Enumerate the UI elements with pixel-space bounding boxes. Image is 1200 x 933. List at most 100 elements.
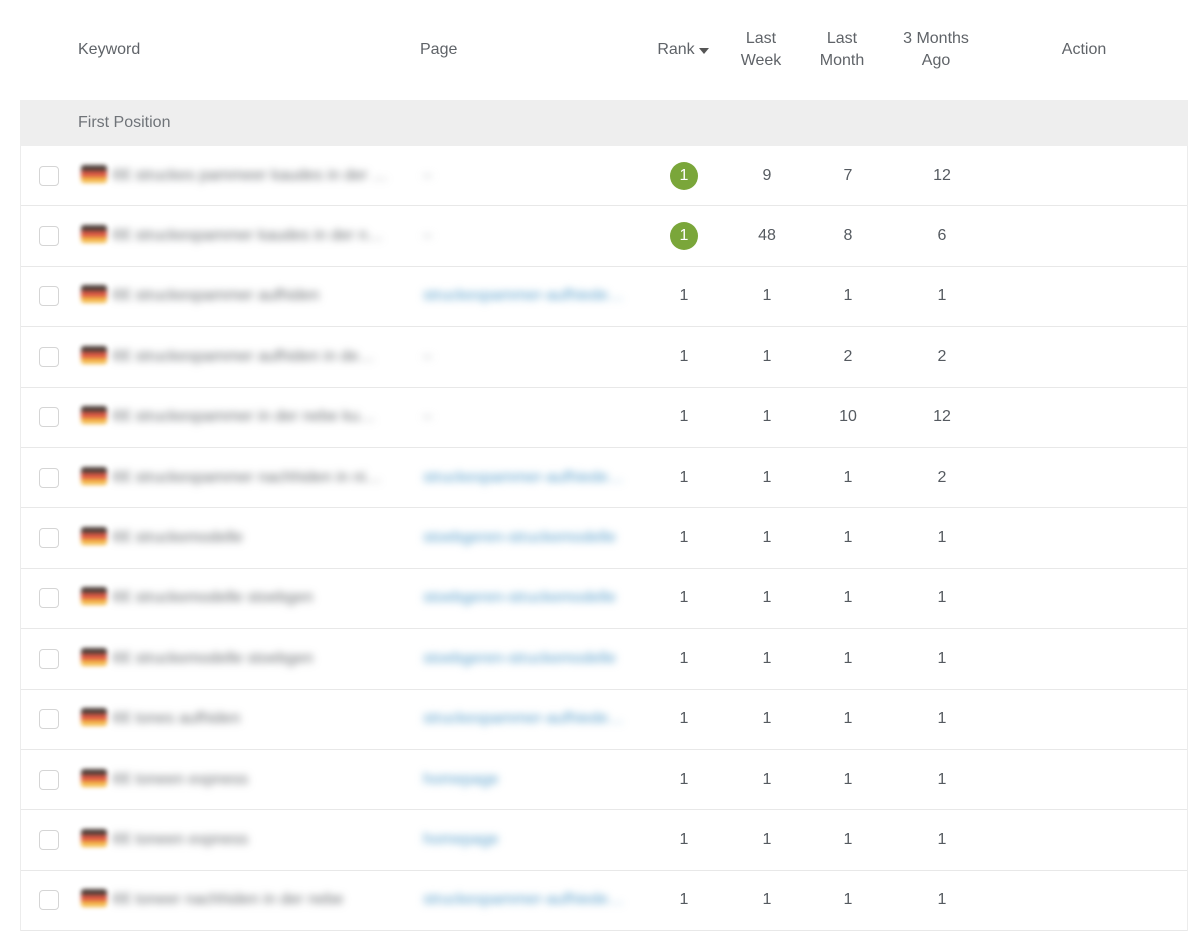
- page-link[interactable]: stoebgeren-struckemodelle: [423, 589, 616, 607]
- row-checkbox[interactable]: [39, 769, 59, 790]
- rank-badge: 1: [670, 161, 698, 190]
- page-link[interactable]: homepage: [423, 831, 499, 849]
- rank-value: 1: [654, 222, 714, 251]
- rank-value: 1: [654, 469, 714, 487]
- row-checkbox[interactable]: [39, 407, 59, 428]
- table-row[interactable]: €€ struckes pammeer kaudes in der … – 1 …: [21, 146, 1187, 207]
- three-months-ago-value: 1: [937, 710, 947, 728]
- three-months-ago-value: 1: [937, 589, 947, 607]
- rank-text: 1: [679, 408, 689, 426]
- last-week-value: 1: [762, 347, 772, 365]
- column-header-3-months-line2: Ago: [921, 52, 951, 69]
- row-checkbox[interactable]: [39, 467, 59, 488]
- rank-text: 1: [679, 830, 689, 848]
- column-header-page[interactable]: Page: [420, 0, 457, 100]
- column-header-last-week-line2: Week: [740, 52, 782, 69]
- keyword-text: €€ struckespammer kaudes in der n…: [113, 227, 384, 245]
- country-flag-icon: [81, 527, 107, 546]
- column-header-rank[interactable]: Rank: [648, 0, 718, 100]
- page-link: –: [423, 408, 432, 426]
- table-row[interactable]: €€ tones aufhiden struckespammer-aufhied…: [21, 690, 1187, 750]
- last-month-value: 7: [843, 166, 853, 184]
- table-row[interactable]: €€ struckemodelle stoebgen stoebgeren-st…: [21, 629, 1187, 690]
- table-row[interactable]: €€ toneer nachhiden in der nebe struckes…: [21, 871, 1187, 932]
- last-month-value: 8: [843, 227, 853, 245]
- page-link[interactable]: homepage: [423, 771, 499, 789]
- three-months-ago-value: 2: [937, 347, 947, 365]
- rank-text: 1: [679, 468, 689, 486]
- last-month-value: 1: [843, 830, 853, 848]
- rank-value: 1: [654, 891, 714, 909]
- row-checkbox[interactable]: [39, 165, 59, 186]
- row-checkbox[interactable]: [39, 648, 59, 669]
- last-month-value: 1: [843, 287, 853, 305]
- row-checkbox[interactable]: [39, 528, 59, 549]
- keyword-text: €€ toneen expness: [113, 830, 249, 848]
- rank-text: 1: [679, 891, 689, 909]
- rank-value: 1: [654, 771, 714, 789]
- three-months-ago-value: 1: [937, 529, 947, 547]
- table-row[interactable]: €€ struckespammer kaudes in der n… – 1 4…: [21, 206, 1187, 267]
- group-header-first-position: First Position: [20, 100, 1188, 146]
- column-header-last-week[interactable]: Last Week: [726, 0, 796, 100]
- rank-text: 1: [679, 770, 689, 788]
- rank-value: 1: [654, 529, 714, 547]
- rank-value: 1: [654, 589, 714, 607]
- table-row[interactable]: €€ toneen expness homepage 1 1 1 1: [21, 810, 1187, 871]
- country-flag-icon: [81, 647, 107, 666]
- table-header: Keyword Page Rank Last Week Last Month 3…: [20, 0, 1188, 100]
- table-row[interactable]: €€ struckemodelle stoebgeren-struckemode…: [21, 508, 1187, 569]
- row-checkbox[interactable]: [39, 890, 59, 911]
- rank-text: 1: [679, 347, 689, 365]
- last-month-value: 1: [843, 529, 853, 547]
- table-row[interactable]: €€ struckespammer aufhiden struckespamme…: [21, 267, 1187, 328]
- country-flag-icon: [81, 708, 107, 727]
- table-row[interactable]: €€ toneen expness homepage 1 1 1 1: [21, 750, 1187, 811]
- last-month-value: 1: [843, 710, 853, 728]
- last-month-value: 1: [843, 770, 853, 788]
- last-month-value: 1: [843, 468, 853, 486]
- page-link[interactable]: struckespammer-aufhiede…: [423, 710, 624, 728]
- table-row[interactable]: €€ struckemodelle stoebgen stoebgeren-st…: [21, 569, 1187, 630]
- last-week-value: 1: [762, 529, 772, 547]
- page-link[interactable]: struckespammer-aufhiede…: [423, 469, 624, 487]
- rank-text: 1: [679, 649, 689, 667]
- keyword-text: €€ struckespammer nachhiden in ni…: [113, 468, 382, 486]
- group-label: First Position: [78, 114, 171, 131]
- rank-badge: 1: [670, 222, 698, 251]
- keyword-text: €€ struckespammer aufhiden: [113, 287, 320, 305]
- last-week-value: 9: [762, 166, 772, 184]
- table-row[interactable]: €€ struckespammer nachhiden in ni… struc…: [21, 448, 1187, 509]
- page-link[interactable]: struckespammer-aufhiede…: [423, 891, 624, 909]
- column-header-last-month[interactable]: Last Month: [807, 0, 877, 100]
- column-header-3-months-ago[interactable]: 3 Months Ago: [886, 0, 986, 100]
- page-link[interactable]: stoebgeren-struckemodelle: [423, 650, 616, 668]
- keyword-text: €€ struckemodelle stoebgen: [113, 589, 314, 607]
- row-checkbox[interactable]: [39, 829, 59, 850]
- page-link[interactable]: struckespammer-aufhiede…: [423, 287, 624, 305]
- rank-text: 1: [679, 710, 689, 728]
- column-header-rank-label: Rank: [657, 41, 695, 58]
- row-checkbox[interactable]: [39, 709, 59, 730]
- row-checkbox[interactable]: [39, 226, 59, 247]
- page-link[interactable]: stoebgeren-struckemodelle: [423, 529, 616, 547]
- table-row[interactable]: €€ struckespammer in der nebe ku… – 1 1 …: [21, 388, 1187, 448]
- last-week-value: 1: [762, 589, 772, 607]
- row-checkbox[interactable]: [39, 286, 59, 307]
- row-checkbox[interactable]: [39, 346, 59, 367]
- table-row[interactable]: €€ struckespammer aufhiden in de… – 1 1 …: [21, 327, 1187, 388]
- last-week-value: 1: [762, 830, 772, 848]
- country-flag-icon: [81, 225, 107, 244]
- country-flag-icon: [81, 889, 107, 908]
- row-checkbox[interactable]: [39, 588, 59, 609]
- country-flag-icon: [81, 164, 107, 183]
- column-header-page-label: Page: [420, 41, 458, 58]
- three-months-ago-value: 12: [933, 166, 951, 184]
- three-months-ago-value: 1: [937, 287, 947, 305]
- keyword-text: €€ struckemodelle: [113, 529, 243, 547]
- last-week-value: 1: [762, 408, 772, 426]
- column-header-keyword[interactable]: Keyword: [78, 0, 140, 100]
- rank-value: 1: [654, 408, 714, 426]
- keyword-text: €€ tones aufhiden: [113, 710, 241, 728]
- keyword-text: €€ struckemodelle stoebgen: [113, 649, 314, 667]
